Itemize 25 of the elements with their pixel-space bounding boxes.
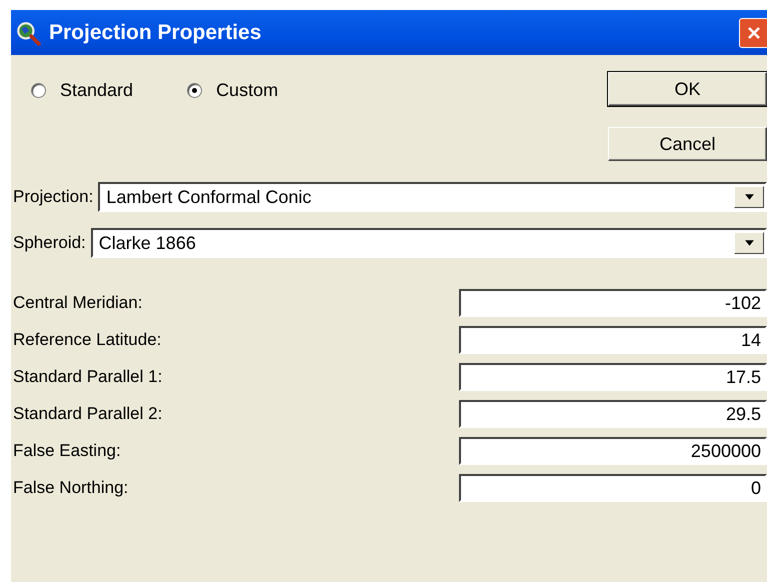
input-field[interactable]: 14 (459, 326, 767, 354)
input-field[interactable]: 29.5 (459, 400, 767, 428)
radio-label[interactable]: Standard (60, 80, 134, 100)
field-label: Reference Latitude: (13, 330, 162, 350)
window-title: Projection Properties (49, 20, 262, 44)
field-label: Spheroid: (13, 233, 86, 253)
field-label: False Northing: (13, 478, 130, 498)
dialog-button[interactable]: Cancel (608, 127, 767, 161)
close-button[interactable] (739, 18, 767, 48)
field-label: Standard Parallel 2: (13, 404, 164, 424)
field-label: False Easting: (13, 441, 122, 461)
input-field[interactable]: 2500000 (459, 437, 767, 465)
field-label: Standard Parallel 1: (13, 367, 164, 387)
magnifier-globe-icon (15, 20, 41, 46)
dropdown[interactable]: Lambert Conformal Conic (98, 182, 767, 212)
dropdown[interactable]: Clarke 1866 (90, 228, 767, 258)
radio-button[interactable] (31, 82, 46, 98)
input-field[interactable]: 0 (459, 474, 767, 502)
radio-label[interactable]: Custom (216, 80, 278, 100)
dialog-button[interactable]: OK (608, 72, 767, 106)
input-field[interactable]: 17.5 (459, 363, 767, 391)
field-label: Projection: (13, 187, 94, 207)
input-field[interactable]: -102 (459, 289, 767, 317)
field-label: Central Meridian: (13, 293, 144, 313)
radio-button[interactable] (187, 82, 202, 98)
